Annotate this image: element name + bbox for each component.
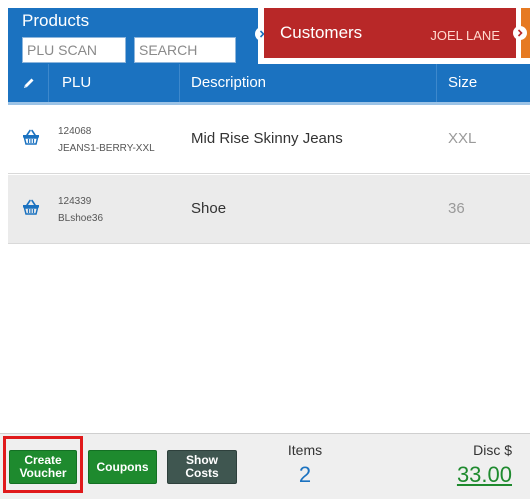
column-header-description[interactable]: Description — [191, 64, 266, 102]
basket-icon[interactable] — [22, 129, 40, 150]
footer-bar: Create Voucher Coupons Show Costs Items … — [0, 433, 530, 499]
items-count: 2 — [298, 462, 312, 487]
pencil-icon[interactable] — [22, 76, 36, 95]
column-header-plu[interactable]: PLU — [62, 64, 91, 102]
items-label: Items — [287, 442, 323, 458]
row-description: Mid Rise Skinny Jeans — [191, 130, 343, 147]
chevron-right-icon[interactable] — [513, 26, 527, 40]
customers-title: Customers — [280, 23, 363, 42]
row-sku: BLshoe36 — [58, 213, 104, 224]
discount-value[interactable]: 33.00 — [440, 462, 512, 488]
discount-label: Disc $ — [473, 442, 512, 458]
table-row[interactable]: 124339 BLshoe36 Shoe 36 — [8, 175, 530, 244]
row-sku: JEANS1-BERRY-XXL — [58, 143, 155, 154]
table-header: PLU Description Size — [8, 64, 530, 105]
coupons-button[interactable]: Coupons — [88, 450, 157, 484]
table-row[interactable]: 124068 JEANS1-BERRY-XXL Mid Rise Skinny … — [8, 105, 530, 174]
row-size: 36 — [448, 200, 465, 217]
row-plu: 124068 — [58, 126, 92, 137]
customers-tab[interactable]: Customers JOEL LANE — [264, 8, 516, 58]
customer-name: JOEL LANE — [430, 28, 500, 43]
row-size: XXL — [448, 130, 477, 147]
create-voucher-button[interactable]: Create Voucher — [9, 450, 77, 484]
header-divider — [436, 64, 437, 102]
search-input[interactable] — [134, 37, 236, 63]
row-plu: 124339 — [58, 196, 92, 207]
row-description: Shoe — [191, 200, 227, 217]
header-divider — [48, 64, 49, 102]
column-header-size[interactable]: Size — [448, 64, 477, 102]
basket-icon[interactable] — [22, 199, 40, 220]
products-title: Products — [22, 11, 90, 30]
header-divider — [179, 64, 180, 102]
products-tab[interactable]: Products — [8, 8, 258, 70]
show-costs-button[interactable]: Show Costs — [167, 450, 237, 484]
plu-scan-input[interactable] — [22, 37, 126, 63]
